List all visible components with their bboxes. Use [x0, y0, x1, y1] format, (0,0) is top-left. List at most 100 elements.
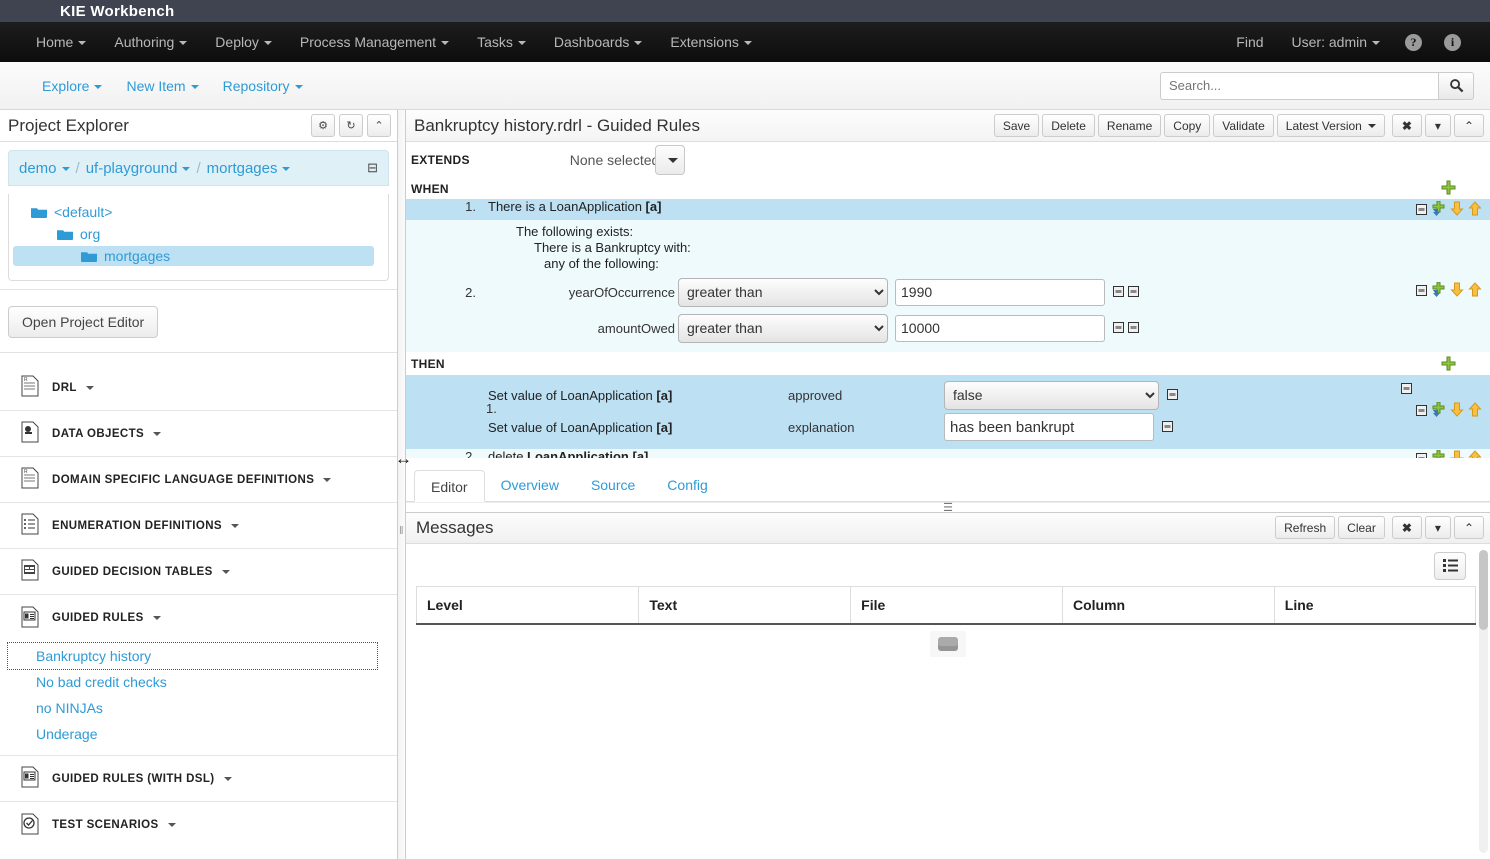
vertical-splitter[interactable]: ↔ ‖ [398, 110, 406, 859]
move-up-icon[interactable] [1468, 201, 1482, 219]
remove-icon[interactable] [1416, 404, 1427, 419]
accordion-item-data-objects[interactable]: DATA OBJECTS [0, 411, 397, 457]
accordion-item-guided-decision-tables[interactable]: GUIDED DECISION TABLES [0, 549, 397, 595]
remove-constraint-icon[interactable] [1113, 321, 1124, 336]
accordion-item-drl[interactable]: R DRL [0, 365, 397, 411]
move-down-icon[interactable] [1450, 402, 1464, 420]
tab-config[interactable]: Config [651, 469, 723, 501]
move-down-icon[interactable] [1450, 450, 1464, 458]
copy-button[interactable]: Copy [1164, 114, 1210, 137]
move-up-icon[interactable] [1468, 402, 1482, 420]
condition-row-1[interactable]: 1. There is a LoanApplication [a] [406, 199, 1490, 220]
splitter-grip-icon[interactable]: ‖ [399, 525, 404, 537]
move-down-icon[interactable] [1450, 282, 1464, 300]
column-header-level[interactable]: Level [417, 586, 639, 624]
add-field-icon[interactable] [1431, 402, 1446, 420]
clear-messages-button[interactable]: Clear [1338, 516, 1385, 539]
column-header-file[interactable]: File [851, 586, 1063, 624]
move-up-icon[interactable] [1468, 282, 1482, 300]
subnav-item-new-item[interactable]: New Item [114, 78, 210, 94]
add-field-icon[interactable] [1431, 282, 1446, 300]
tab-overview[interactable]: Overview [485, 469, 575, 501]
scrollbar-thumb[interactable] [1479, 550, 1488, 630]
nav-user-menu[interactable]: User: admin [1278, 22, 1394, 62]
move-down-icon[interactable] [1450, 201, 1464, 219]
remove-action-value-icon[interactable] [1167, 388, 1178, 403]
list-item-underage[interactable]: Underage [0, 721, 397, 747]
save-button[interactable]: Save [994, 114, 1039, 137]
tree-item-default[interactable]: <default> [9, 202, 388, 222]
constraint-operator-select[interactable]: greater than [678, 278, 888, 307]
help-icon[interactable]: ? [1405, 34, 1422, 51]
nav-item-deploy[interactable]: Deploy [201, 22, 286, 62]
close-messages-button[interactable]: ✖ [1392, 516, 1422, 539]
breadcrumb-organization[interactable]: demo [19, 160, 70, 177]
remove-action-value-icon[interactable] [1162, 420, 1173, 435]
subnav-item-repository[interactable]: Repository [211, 78, 315, 94]
column-header-line[interactable]: Line [1274, 586, 1475, 624]
constraint-value-input[interactable] [895, 315, 1105, 342]
horizontal-splitter[interactable]: ☰ [406, 502, 1490, 512]
list-item-no-ninjas[interactable]: no NINJAs [0, 695, 397, 721]
nav-item-dashboards[interactable]: Dashboards [540, 22, 657, 62]
subnav-item-explore[interactable]: Explore [30, 78, 114, 94]
remove-icon[interactable] [1416, 452, 1427, 458]
tree-item-mortgages[interactable]: mortgages [13, 246, 374, 266]
collapse-panel-icon[interactable]: ⌃ [367, 114, 391, 137]
accordion-item-enumeration-definitions[interactable]: ENUMERATION DEFINITIONS [0, 503, 397, 549]
nav-item-tasks[interactable]: Tasks [463, 22, 540, 62]
add-action-button[interactable] [1441, 356, 1456, 374]
tree-item-org[interactable]: org [9, 224, 388, 244]
nav-find-button[interactable]: Find [1222, 22, 1277, 62]
list-item-no-bad-credit-checks[interactable]: No bad credit checks [0, 669, 397, 695]
nav-item-extensions[interactable]: Extensions [656, 22, 765, 62]
add-field-icon[interactable] [1431, 450, 1446, 458]
refresh-messages-button[interactable]: Refresh [1275, 516, 1335, 539]
editor-menu-button[interactable]: ▾ [1425, 114, 1451, 137]
accordion-item-guided-rules-with-dsl[interactable]: GUIDED RULES (WITH DSL) [0, 756, 397, 802]
open-project-editor-button[interactable]: Open Project Editor [8, 306, 158, 338]
action-value-input[interactable] [944, 413, 1154, 441]
list-view-button[interactable] [1434, 552, 1466, 580]
column-header-column[interactable]: Column [1062, 586, 1274, 624]
remove-constraint-icon[interactable] [1113, 285, 1124, 300]
add-condition-button[interactable] [1441, 180, 1456, 198]
breadcrumb-repository[interactable]: uf-playground [86, 160, 191, 177]
accordion-item-guided-rules[interactable]: GUIDED RULES [0, 595, 397, 641]
nav-item-home[interactable]: Home [22, 22, 100, 62]
gear-icon[interactable]: ⚙ [311, 114, 335, 137]
maximize-editor-button[interactable]: ⌃ [1454, 114, 1484, 137]
remove-icon[interactable] [1416, 203, 1427, 218]
rename-button[interactable]: Rename [1098, 114, 1161, 137]
messages-scrollbar[interactable] [1479, 550, 1488, 854]
accordion-item-test-scenarios[interactable]: TEST SCENARIOS [0, 802, 397, 848]
version-dropdown[interactable]: Latest Version [1277, 114, 1385, 137]
action-value-select[interactable]: false [944, 381, 1159, 410]
list-item-bankruptcy-history[interactable]: Bankruptcy history [8, 643, 377, 669]
breadcrumb-collapse-icon[interactable]: ⊟ [367, 160, 378, 176]
action-row-2[interactable]: 2. delete LoanApplication [a] [406, 449, 1490, 458]
column-header-text[interactable]: Text [639, 586, 851, 624]
constraint-options-icon[interactable] [1128, 285, 1139, 300]
nav-item-authoring[interactable]: Authoring [100, 22, 201, 62]
tab-source[interactable]: Source [575, 469, 651, 501]
extends-dropdown-button[interactable] [655, 145, 685, 175]
search-input[interactable] [1160, 72, 1438, 100]
breadcrumb-project[interactable]: mortgages [207, 160, 291, 177]
accordion-item-dsl-definitions[interactable]: R DOMAIN SPECIFIC LANGUAGE DEFINITIONS [0, 457, 397, 503]
move-up-icon[interactable] [1468, 450, 1482, 458]
info-icon[interactable]: i [1444, 34, 1461, 51]
constraint-operator-select[interactable]: greater than [678, 314, 888, 343]
add-field-icon[interactable] [1431, 201, 1446, 219]
delete-button[interactable]: Delete [1042, 114, 1095, 137]
refresh-icon[interactable]: ↻ [339, 114, 363, 137]
search-button[interactable] [1438, 72, 1474, 100]
remove-icon[interactable] [1416, 284, 1427, 299]
validate-button[interactable]: Validate [1213, 114, 1273, 137]
tab-editor[interactable]: Editor [414, 470, 485, 502]
action-row-remove-icon[interactable] [1401, 382, 1412, 397]
messages-menu-button[interactable]: ▾ [1425, 516, 1451, 539]
nav-item-process-management[interactable]: Process Management [286, 22, 463, 62]
close-editor-button[interactable]: ✖ [1392, 114, 1422, 137]
action-row-1[interactable]: Set value of LoanApplication [a] approve… [406, 375, 1490, 449]
